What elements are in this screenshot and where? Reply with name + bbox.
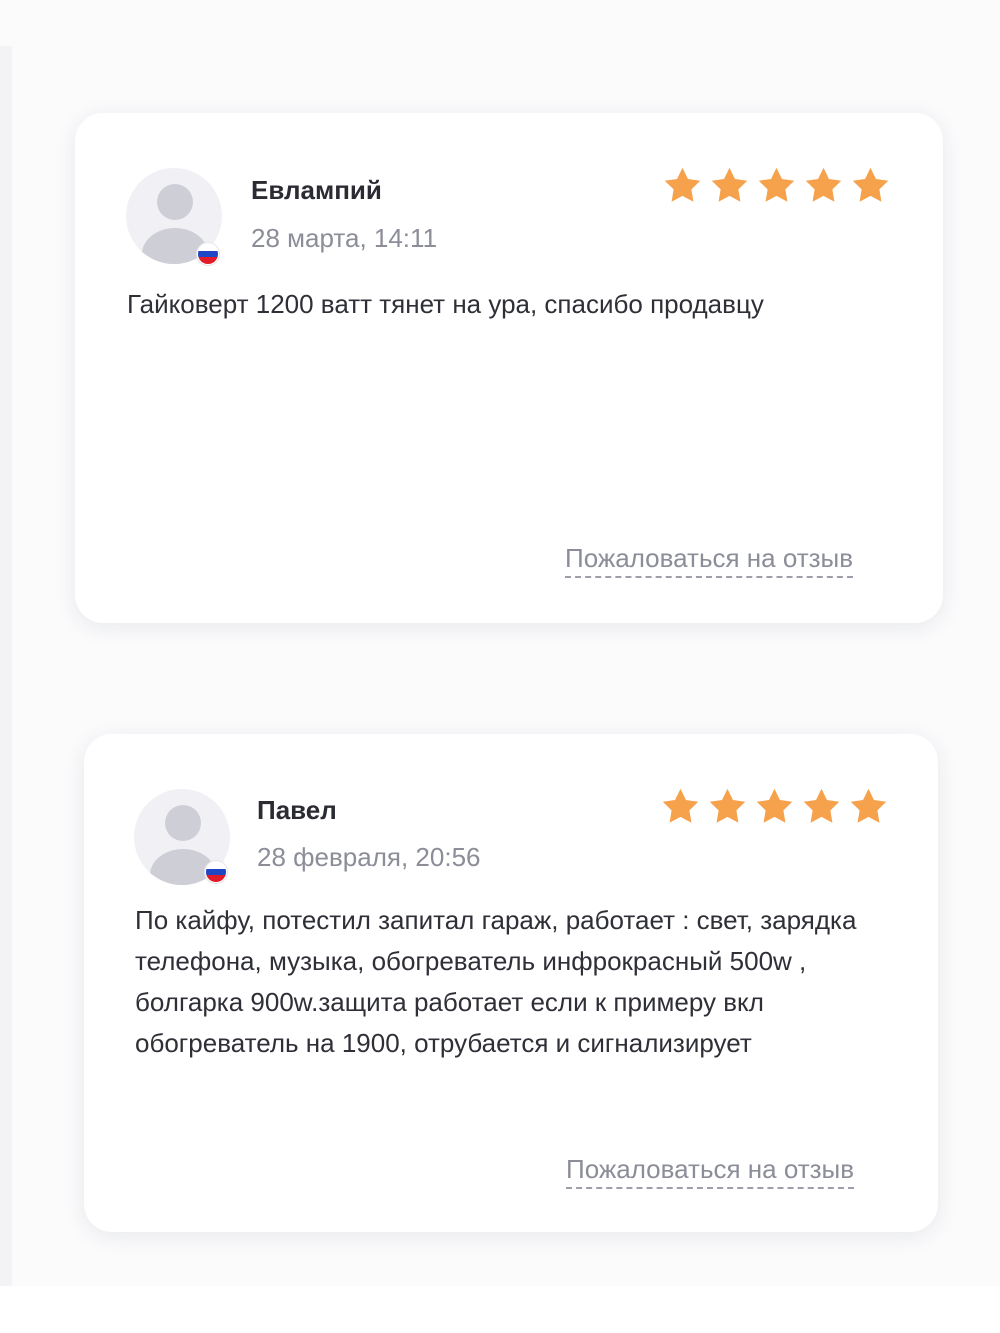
report-review-link[interactable]: Пожаловаться на отзыв [566, 1154, 855, 1189]
user-placeholder-icon [165, 805, 201, 841]
star-icon [805, 167, 842, 202]
star-icon [709, 788, 746, 823]
review-text: По кайфу, потестил запитал гараж, работа… [135, 905, 857, 1058]
star-icon [803, 788, 840, 823]
star-icon [852, 167, 889, 202]
left-sidebar-edge [0, 46, 12, 1286]
star-rating [660, 786, 889, 827]
review-author: Евлампий [251, 175, 382, 205]
review-card: Евлампий 28 марта, 14:11 Гайковерт 1200 … [75, 113, 943, 623]
review-date: 28 февраля, 20:56 [257, 842, 481, 872]
review-card: Павел 28 февраля, 20:56 По кайфу, потест… [84, 734, 938, 1232]
star-icon [664, 167, 701, 202]
russia-flag-icon [205, 861, 227, 883]
review-date: 28 марта, 14:11 [251, 223, 438, 253]
star-icon [662, 788, 699, 823]
star-icon [756, 788, 793, 823]
user-placeholder-icon [157, 184, 193, 220]
star-rating [662, 165, 891, 206]
russia-flag-icon [197, 243, 219, 265]
star-icon [758, 167, 795, 202]
star-icon [850, 788, 887, 823]
report-review-link[interactable]: Пожаловаться на отзыв [565, 543, 854, 578]
review-text: Гайковерт 1200 ватт тянет на ура, спасиб… [127, 289, 764, 319]
review-author: Павел [257, 795, 337, 825]
star-icon [711, 167, 748, 202]
